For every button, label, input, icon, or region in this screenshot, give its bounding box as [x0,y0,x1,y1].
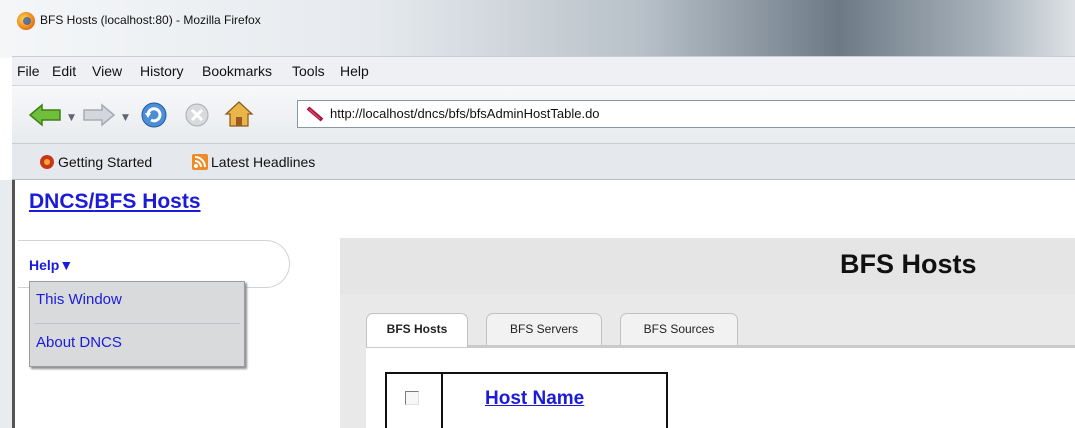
tab-bfs-servers[interactable]: BFS Servers [486,313,602,345]
column-header-host-name[interactable]: Host Name [485,388,584,410]
home-icon[interactable] [224,100,254,128]
window-titlebar: BFS Hosts (localhost:80) - Mozilla Firef… [0,0,1075,58]
rss-feed-icon [192,154,208,170]
menu-bookmarks[interactable]: Bookmarks [202,63,272,79]
tab-divider [366,345,1075,348]
reload-icon[interactable] [140,101,168,129]
bookmark-getting-started[interactable]: Getting Started [58,154,152,170]
firefox-bookmark-icon [40,155,54,169]
menu-tools[interactable]: Tools [292,63,325,79]
help-menu-about-dncs[interactable]: About DNCS [36,334,122,351]
hosts-table: Host Name [385,372,668,428]
url-bar[interactable]: http://localhost/dncs/bfs/bfsAdminHostTa… [297,100,1075,128]
select-all-checkbox[interactable] [405,391,419,405]
firefox-icon [17,12,35,30]
menu-history[interactable]: History [140,63,184,79]
tab-bfs-sources[interactable]: BFS Sources [620,313,738,345]
forward-arrow-icon[interactable] [82,103,116,127]
menu-bar: File Edit View History Bookmarks Tools H… [12,56,1075,86]
breadcrumb-bfs-hosts-link[interactable]: BFS Hosts [94,190,200,213]
tab-bfs-hosts[interactable]: BFS Hosts [366,313,468,347]
menu-help[interactable]: Help [340,63,369,79]
bookmark-latest-headlines[interactable]: Latest Headlines [211,154,315,170]
back-history-dropdown-icon[interactable]: ▼ [68,113,75,123]
menu-file[interactable]: File [17,63,40,79]
stop-icon[interactable] [184,102,210,128]
panel-title: BFS Hosts [840,249,977,279]
feather-icon [306,106,324,122]
url-text[interactable]: http://localhost/dncs/bfs/bfsAdminHostTa… [330,106,600,121]
window-border-left [12,180,15,428]
navigation-toolbar: ▼ ▼ http://localhost/dncs/bfs/bfsAdminHo… [12,86,1075,144]
menu-view[interactable]: View [92,63,122,79]
select-all-cell [387,374,443,428]
panel-header: BFS Hosts [340,238,1075,294]
help-dropdown-menu: This Window About DNCS [29,281,245,367]
breadcrumb-dncs-link[interactable]: DNCS [29,190,89,213]
window-frame-left [0,180,12,428]
menu-edit[interactable]: Edit [52,63,76,79]
help-menu-this-window[interactable]: This Window [36,291,122,308]
forward-history-dropdown-icon[interactable]: ▼ [122,113,129,123]
window-title: BFS Hosts (localhost:80) - Mozilla Firef… [40,13,261,27]
menu-divider [34,323,240,324]
bookmarks-toolbar: Getting Started Latest Headlines [12,144,1075,180]
help-menu-button[interactable]: Help▼ [29,257,73,273]
breadcrumb: DNCS/BFS Hosts [29,190,201,214]
back-arrow-icon[interactable] [28,103,62,127]
